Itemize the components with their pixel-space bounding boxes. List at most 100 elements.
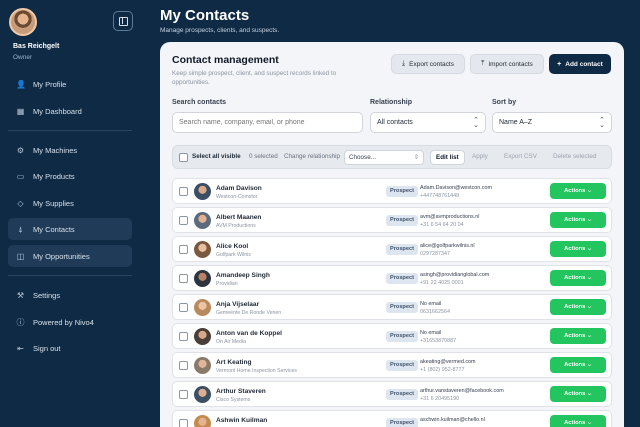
avatar [194, 415, 211, 427]
actions-button[interactable]: Actions ⌄ [550, 357, 606, 373]
contact-company: On Air Media [216, 339, 246, 345]
sidebar-item-sign-out[interactable]: ⇤ Sign out [8, 337, 132, 359]
actions-button[interactable]: Actions ⌄ [550, 183, 606, 199]
user-name: Bas Reichgelt [13, 43, 60, 50]
gear-icon: ⚙ [16, 145, 25, 155]
sidebar-toggle-icon [118, 16, 128, 26]
sidebar-item-my-products[interactable]: ▭ My Products [8, 165, 132, 187]
row-checkbox[interactable] [179, 332, 188, 341]
actions-button[interactable]: Actions ⌄ [550, 328, 606, 344]
contact-row[interactable]: Amandeep Singh Providian Prospect asingh… [172, 265, 612, 291]
relationship-label: Relationship [370, 99, 413, 106]
actions-button[interactable]: Actions ⌄ [550, 270, 606, 286]
sidebar-item-label: My Dashboard [33, 106, 82, 116]
avatar [194, 357, 211, 374]
person-icon: ⍋ [18, 224, 23, 234]
contact-email: No email [420, 330, 442, 336]
relationship-choose-select[interactable]: Choose... ⇕ [344, 150, 424, 165]
sidebar-item-label: My Products [33, 171, 75, 181]
contact-company: Golfpark Wilnis [216, 252, 251, 258]
contact-management-card: Contact management Keep simple prospect,… [160, 42, 624, 427]
edit-list-button[interactable]: Edit list [430, 150, 465, 165]
contact-row[interactable]: Alice Kool Golfpark Wilnis Prospect alic… [172, 236, 612, 262]
row-checkbox[interactable] [179, 274, 188, 283]
card-description: Keep simple prospect, client, and suspec… [172, 70, 337, 86]
page-subtitle: Manage prospects, clients, and suspects. [160, 27, 280, 34]
relationship-badge: Prospect [386, 302, 418, 313]
contact-row[interactable]: Adam Davison Westcon-Comstor Prospect Ad… [172, 178, 612, 204]
sidebar-item-label: My Contacts [33, 224, 75, 234]
contact-row[interactable]: Anton van de Koppel On Air Media Prospec… [172, 323, 612, 349]
search-input[interactable] [172, 112, 363, 133]
actions-button[interactable]: Actions ⌄ [550, 415, 606, 427]
row-checkbox[interactable] [179, 390, 188, 399]
chevron-updown-icon: ⇕ [413, 154, 419, 161]
row-checkbox[interactable] [179, 216, 188, 225]
export-contacts-button[interactable]: ⤓ Export contacts [391, 54, 465, 74]
add-contact-button[interactable]: + Add contact [549, 54, 611, 74]
avatar [194, 386, 211, 403]
contact-row[interactable]: Ashwin Kuilman Prospect aschwin.kuilman@… [172, 410, 612, 427]
row-checkbox[interactable] [179, 419, 188, 427]
contact-name: Ashwin Kuilman [216, 417, 268, 424]
contact-company: Vermont Home Inspection Services [216, 368, 298, 374]
sidebar-item-my-contacts[interactable]: ⍋ My Contacts [8, 218, 132, 240]
search-label: Search contacts [172, 99, 227, 106]
delete-selected-button[interactable]: Delete selected [553, 153, 596, 160]
sidebar-item-settings[interactable]: ⚒ Settings [8, 284, 132, 306]
relationship-select[interactable]: All contacts ⌃ ⌄ [370, 112, 486, 133]
contact-email: akeating@vermed.com [420, 359, 476, 365]
sort-select[interactable]: Name A–Z ⌃ ⌄ [492, 112, 612, 133]
contact-phone: +31653870887 [420, 338, 457, 344]
relationship-badge: Prospect [386, 273, 418, 284]
avatar [194, 270, 211, 287]
sidebar-item-my-profile[interactable]: 👤 My Profile [8, 73, 132, 95]
select-all-checkbox[interactable] [179, 153, 188, 162]
dashboard-icon: ▦ [16, 106, 25, 116]
sidebar-item-powered-by[interactable]: ⓘ Powered by Nivo4 [8, 311, 132, 333]
actions-button[interactable]: Actions ⌄ [550, 241, 606, 257]
contact-row[interactable]: Albert Maanen AVM Productions Prospect a… [172, 207, 612, 233]
row-checkbox[interactable] [179, 303, 188, 312]
apply-button[interactable]: Apply [472, 153, 488, 160]
user-role: Owner [13, 54, 33, 61]
import-contacts-button[interactable]: ⤒ Import contacts [470, 54, 544, 74]
contact-email: avm@avmproductions.nl [420, 214, 480, 220]
actions-button[interactable]: Actions ⌄ [550, 299, 606, 315]
sidebar-item-label: My Profile [33, 79, 67, 89]
contact-row[interactable]: Art Keating Vermont Home Inspection Serv… [172, 352, 612, 378]
info-icon: ⓘ [16, 317, 25, 327]
chevron-updown-icon: ⌃ ⌄ [473, 117, 479, 129]
sidebar-item-label: My Opportunities [33, 251, 90, 261]
export-csv-button[interactable]: Export CSV [504, 153, 537, 160]
row-checkbox[interactable] [179, 361, 188, 370]
actions-button[interactable]: Actions ⌄ [550, 386, 606, 402]
sidebar-item-my-dashboard[interactable]: ▦ My Dashboard [8, 100, 132, 122]
collapse-sidebar-button[interactable] [113, 11, 133, 31]
chevron-updown-icon: ⌃ ⌄ [599, 117, 605, 129]
sidebar-item-my-opportunities[interactable]: ◫ My Opportunities [8, 245, 132, 267]
contact-email: aschwin.kuilman@chello.nl [420, 417, 485, 423]
row-checkbox[interactable] [179, 245, 188, 254]
contact-email: asingh@providianglobal.com [420, 272, 490, 278]
contact-phone: +447748761448 [420, 193, 460, 199]
select-all-label: Select all visible [192, 153, 241, 160]
sidebar-item-label: My Machines [33, 145, 78, 155]
contact-name: Amandeep Singh [216, 272, 270, 279]
contact-name: Arthur Staveren [216, 388, 266, 395]
user-avatar[interactable] [9, 8, 37, 36]
row-checkbox[interactable] [179, 187, 188, 196]
contact-row[interactable]: Anja Vijselaar Gemeente De Ronde Venen P… [172, 294, 612, 320]
sidebar-item-my-supplies[interactable]: ◇ My Supplies [8, 192, 132, 214]
contact-row[interactable]: Arthur Staveren Cisco Systems Prospect a… [172, 381, 612, 407]
contact-name: Anton van de Koppel [216, 330, 282, 337]
actions-button[interactable]: Actions ⌄ [550, 212, 606, 228]
selected-count: 0 selected [249, 153, 278, 160]
contact-name: Art Keating [216, 359, 252, 366]
contact-phone: +91 22 4025 0001 [420, 280, 464, 286]
sidebar-item-my-machines[interactable]: ⚙ My Machines [8, 139, 132, 161]
relationship-badge: Prospect [386, 331, 418, 342]
relationship-badge: Prospect [386, 215, 418, 226]
contact-company: Cisco Systems [216, 397, 251, 403]
wrench-icon: ⚒ [16, 290, 25, 300]
